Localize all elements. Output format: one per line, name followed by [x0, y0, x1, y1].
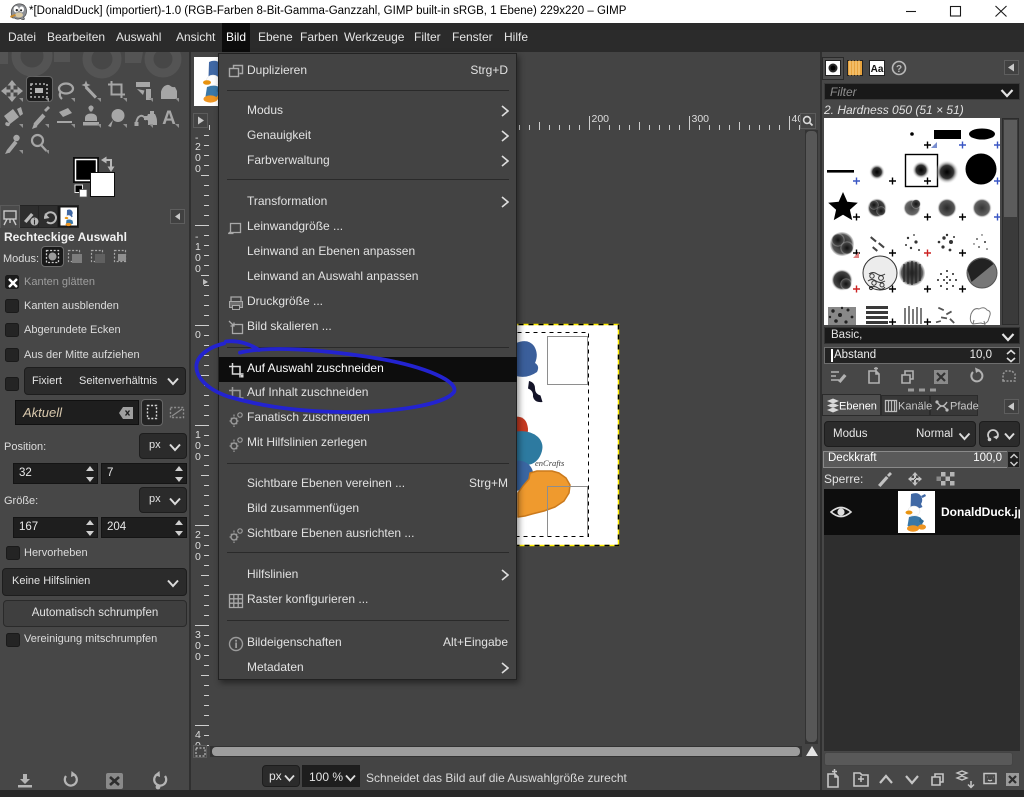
- svg-text:0: 0: [195, 329, 201, 341]
- svg-text:Ebenen: Ebenen: [839, 401, 877, 413]
- svg-text:0: 0: [195, 163, 201, 175]
- svg-text:0: 0: [195, 263, 201, 275]
- svg-text:0: 0: [195, 451, 201, 463]
- svg-text:?: ?: [896, 64, 902, 75]
- svg-text:A: A: [162, 108, 176, 129]
- svg-text:300: 300: [692, 113, 710, 125]
- svg-text:0: 0: [195, 651, 201, 663]
- svg-text:200: 200: [592, 113, 610, 125]
- svg-text:Pfade: Pfade: [950, 401, 979, 413]
- svg-text:i: i: [33, 218, 35, 227]
- svg-text:0: 0: [195, 551, 201, 563]
- svg-text:enCrafts: enCrafts: [535, 458, 565, 468]
- svg-text:Aa: Aa: [871, 64, 884, 75]
- svg-text:Kanäle: Kanäle: [898, 401, 932, 413]
